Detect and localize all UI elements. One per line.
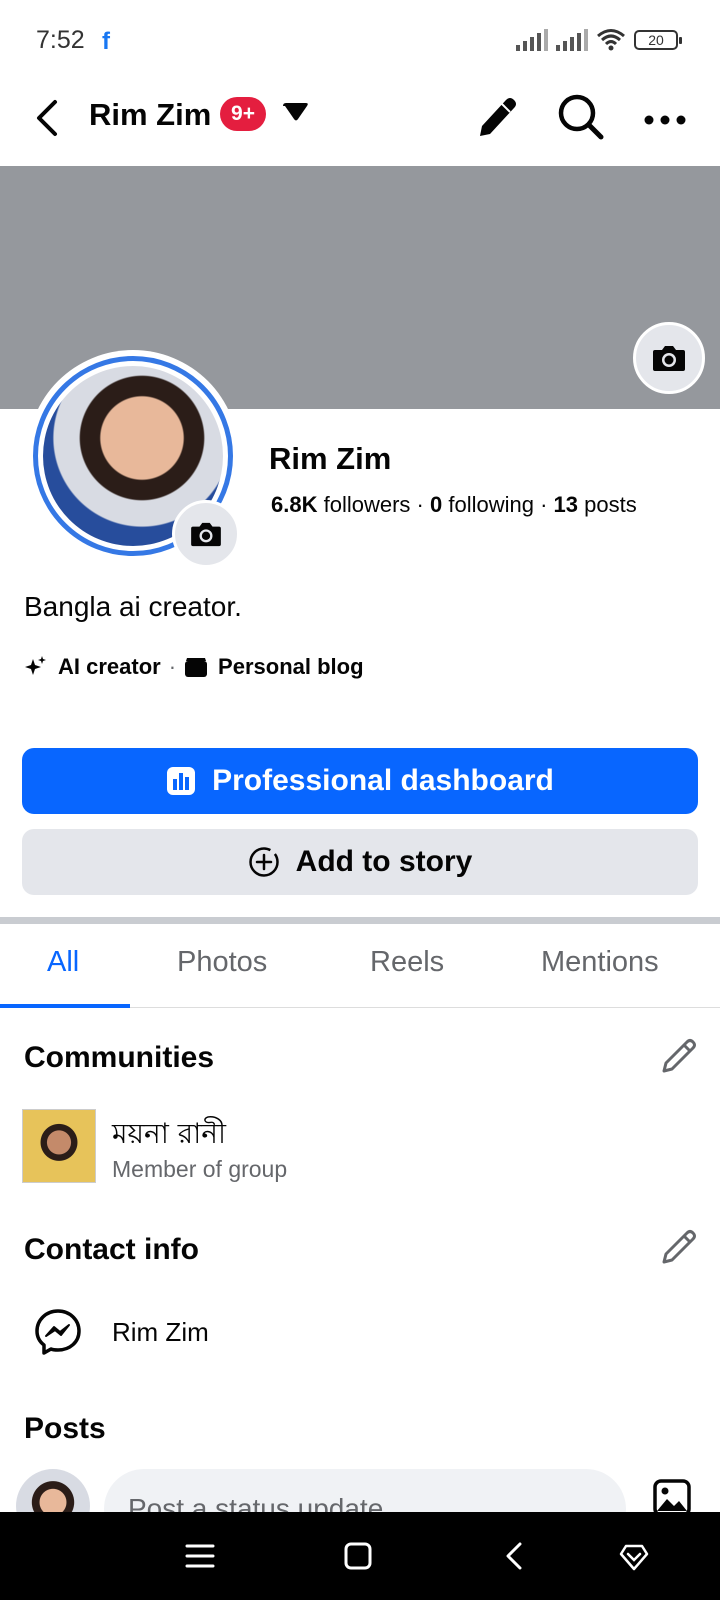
tab-photos[interactable]: Photos <box>177 946 267 979</box>
sparkle-icon <box>24 655 48 679</box>
followers-label: followers <box>323 492 411 517</box>
top-app-bar: Rim Zim 9+ <box>0 84 720 164</box>
menu-icon <box>185 1544 215 1568</box>
wifi-icon <box>597 29 625 51</box>
square-icon <box>344 1542 372 1570</box>
followers-link[interactable]: 6.8K followers <box>271 492 410 517</box>
signal-icon <box>516 29 548 51</box>
camera-icon <box>191 522 221 547</box>
camera-icon <box>653 346 685 371</box>
profile-name: Rim Zim <box>269 441 392 476</box>
posts-link[interactable]: 13 posts <box>554 492 637 517</box>
search-icon[interactable] <box>556 92 606 142</box>
profile-tabs: All Photos Reels Mentions <box>0 924 720 1008</box>
edit-cover-button[interactable] <box>633 322 705 394</box>
status-bar: 7:52 f 20 <box>0 0 720 84</box>
posts-title: Posts <box>24 1412 106 1445</box>
tab-mentions[interactable]: Mentions <box>541 946 659 979</box>
chart-icon <box>167 767 196 795</box>
caret-down-icon[interactable] <box>281 102 311 124</box>
section-divider <box>0 917 720 924</box>
add-to-story-label: Add to story <box>295 845 473 878</box>
plus-circle-icon <box>248 847 279 877</box>
home-button[interactable] <box>334 1532 382 1580</box>
tab-all[interactable]: All <box>47 946 79 979</box>
followers-count: 6.8K <box>271 492 318 517</box>
edit-contact-icon[interactable] <box>660 1228 698 1266</box>
assistant-icon <box>619 1544 649 1571</box>
posts-count: 13 <box>553 492 579 517</box>
profile-bio: Bangla ai creator. <box>24 591 242 622</box>
professional-dashboard-label: Professional dashboard <box>212 764 554 797</box>
status-time: 7:52 <box>36 26 85 54</box>
edit-profile-picture-button[interactable] <box>172 500 240 568</box>
community-subtitle: Member of group <box>112 1156 288 1182</box>
add-to-story-button[interactable]: Add to story <box>22 829 698 895</box>
clapper-icon <box>184 656 208 678</box>
system-navigation-bar <box>0 1512 720 1600</box>
messenger-contact-name[interactable]: Rim Zim <box>112 1317 209 1348</box>
following-label: following <box>448 492 534 517</box>
separator-dot: · <box>533 492 554 517</box>
professional-dashboard-button[interactable]: Professional dashboard <box>22 748 698 814</box>
separator-dot: · <box>410 492 430 517</box>
signal-icon <box>556 29 588 51</box>
edit-profile-button[interactable] <box>472 92 520 142</box>
edit-communities-icon[interactable] <box>660 1037 698 1075</box>
assistant-button[interactable] <box>610 1532 658 1580</box>
status-indicators: 20 <box>516 28 682 52</box>
more-options-icon[interactable] <box>640 92 690 142</box>
page-title[interactable]: Rim Zim <box>89 97 211 133</box>
contact-info-title: Contact info <box>24 1233 199 1266</box>
communities-title: Communities <box>24 1041 215 1074</box>
community-name[interactable]: ময়না রানী <box>112 1112 226 1159</box>
battery-icon: 20 <box>634 30 682 50</box>
following-link[interactable]: 0 following <box>430 492 534 517</box>
profile-categories: AI creator · Personal blog <box>24 654 364 680</box>
community-thumbnail[interactable] <box>22 1109 96 1183</box>
chevron-left-icon <box>506 1542 522 1570</box>
following-count: 0 <box>429 492 443 517</box>
system-back-button[interactable] <box>490 1532 538 1580</box>
active-tab-indicator <box>0 1004 130 1008</box>
tab-reels[interactable]: Reels <box>370 946 444 979</box>
arrow-left-icon <box>37 100 57 136</box>
posts-label: posts <box>584 492 637 517</box>
profile-stats: 6.8K followers · 0 following · 13 posts <box>271 492 637 518</box>
recent-apps-button[interactable] <box>176 1532 224 1580</box>
back-button[interactable] <box>26 92 66 144</box>
messenger-icon <box>35 1309 81 1355</box>
notification-badge: 9+ <box>220 97 266 131</box>
separator-dot: · <box>168 654 177 679</box>
category-personal-blog: Personal blog <box>218 654 364 679</box>
category-ai-creator: AI creator <box>58 654 161 679</box>
facebook-notification-icon: f <box>102 28 110 55</box>
